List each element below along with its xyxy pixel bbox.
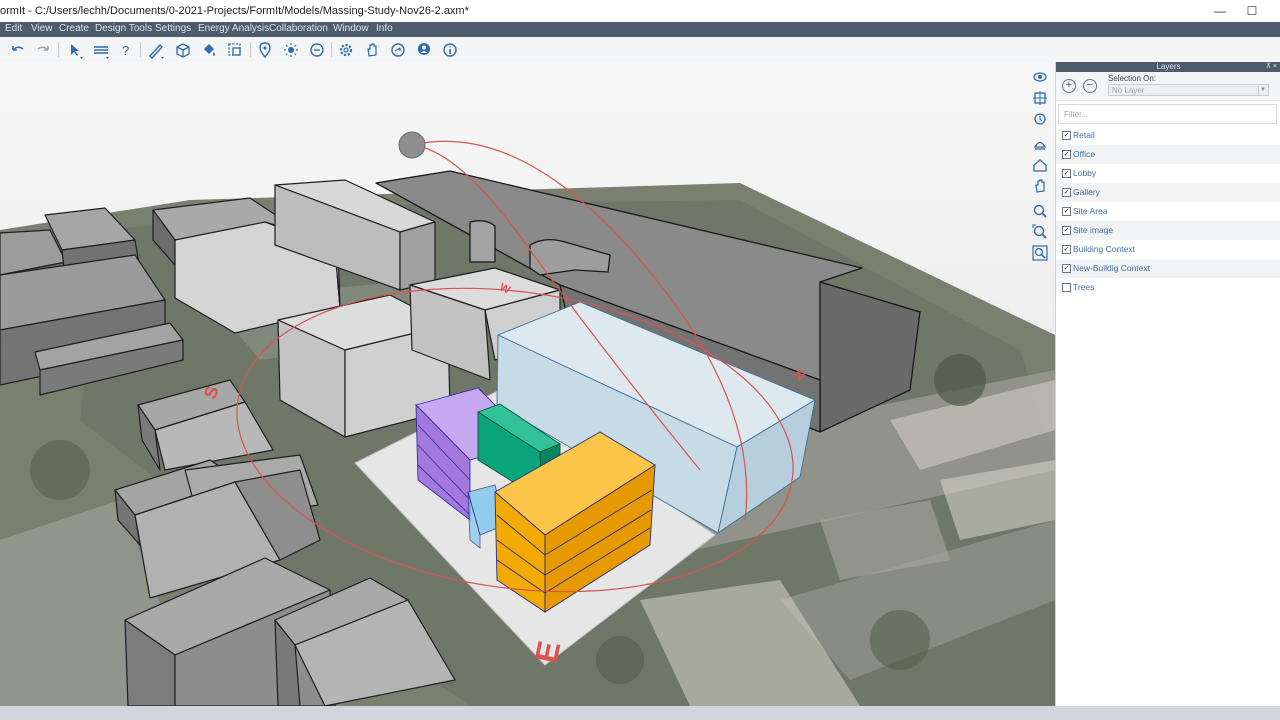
toolbar-separator	[140, 42, 141, 57]
menu-info[interactable]: Info	[376, 23, 393, 34]
layer-visibility-checkbox[interactable]	[1062, 283, 1071, 292]
layers-toolbar: + − Selection On: No Layer ▼	[1056, 72, 1280, 101]
title-bar: ormIt - C:/Users/lechh/Documents/0-2021-…	[0, 0, 1280, 22]
paint-icon[interactable]	[199, 40, 219, 60]
sketch-icon[interactable]	[146, 40, 166, 60]
hand-icon[interactable]	[362, 40, 382, 60]
layer-visibility-checkbox[interactable]: ✓	[1062, 150, 1071, 159]
layer-name: Site image	[1073, 225, 1114, 235]
layer-row-office[interactable]: ✓ Office	[1056, 145, 1280, 164]
undo-icon[interactable]	[8, 40, 28, 60]
menu-collaboration[interactable]: Collaboration	[269, 23, 328, 34]
settings-icon[interactable]	[336, 40, 356, 60]
layer-name: New-Buildig Context	[1073, 263, 1151, 273]
scene-canvas[interactable]: S W N E	[0, 62, 1055, 706]
redo-icon[interactable]	[33, 40, 53, 60]
remove-layer-button[interactable]: −	[1083, 79, 1097, 93]
layer-row-retail[interactable]: ✓ Retail	[1056, 126, 1280, 145]
toolbar-separator	[58, 42, 59, 57]
menu-settings[interactable]: Settings	[155, 23, 191, 34]
layers-panel-header: Layers ⊼ ×	[1056, 62, 1280, 72]
panel-pin-close-icon[interactable]: ⊼ ×	[1266, 62, 1277, 72]
layer-visibility-checkbox[interactable]: ✓	[1062, 169, 1071, 178]
3d-viewport[interactable]: S W N E	[0, 62, 1055, 706]
window-title: ormIt - C:/Users/lechh/Documents/0-2021-…	[0, 5, 469, 17]
layer-row-site-image[interactable]: ✓ Site image	[1056, 221, 1280, 240]
menu-create[interactable]: Create	[59, 23, 89, 34]
layer-name: Office	[1073, 149, 1096, 159]
layer-visibility-checkbox[interactable]: ✓	[1062, 245, 1071, 254]
layer-name: Retail	[1073, 130, 1095, 140]
layer-visibility-checkbox[interactable]: ✓	[1062, 188, 1071, 197]
layer-visibility-checkbox[interactable]: ✓	[1062, 207, 1071, 216]
sun-icon[interactable]	[281, 40, 301, 60]
toolbar-separator	[331, 42, 332, 57]
group-icon[interactable]	[225, 40, 245, 60]
views-icon[interactable]	[1031, 135, 1049, 153]
location-icon[interactable]	[255, 40, 275, 60]
zoom-selection-icon[interactable]	[1031, 244, 1049, 262]
layers-panel: Layers ⊼ × + − Selection On: No Layer ▼ …	[1055, 62, 1280, 706]
look-around-icon[interactable]	[1031, 110, 1049, 128]
layer-filter-input[interactable]: Filter...	[1058, 104, 1277, 124]
layer-name: Gallery	[1073, 187, 1100, 197]
visual-style-icon[interactable]	[307, 40, 327, 60]
layer-visibility-checkbox[interactable]: ✓	[1062, 131, 1071, 140]
selection-on-label: Selection On:	[1108, 74, 1157, 83]
layer-name: Lobby	[1073, 168, 1097, 178]
layer-row-trees[interactable]: Trees	[1056, 278, 1280, 297]
selection-layer-dropdown[interactable]: No Layer ▼	[1108, 84, 1269, 96]
account-icon[interactable]	[414, 40, 434, 60]
toolbar-separator	[250, 42, 251, 57]
toolbar: ?	[0, 37, 1280, 63]
menu-window[interactable]: Window	[333, 23, 369, 34]
shape-icon[interactable]	[173, 40, 193, 60]
share-icon[interactable]	[388, 40, 408, 60]
zoom-extents-icon[interactable]	[1031, 223, 1049, 241]
layer-name: Trees	[1073, 282, 1095, 292]
menu-edit[interactable]: Edit	[5, 23, 22, 34]
layer-visibility-checkbox[interactable]: ✓	[1062, 226, 1071, 235]
menu-design-tools[interactable]: Design Tools	[95, 23, 152, 34]
info-icon[interactable]	[440, 40, 460, 60]
zoom-icon[interactable]	[1031, 202, 1049, 220]
layer-name: Building Context	[1073, 244, 1135, 254]
chevron-down-icon: ▼	[1258, 86, 1267, 95]
pan-icon[interactable]	[1031, 89, 1049, 107]
layer-row-new-building-context[interactable]: ✓ New-Buildig Context	[1056, 259, 1280, 278]
select-icon[interactable]	[65, 40, 85, 60]
selection-layer-value: No Layer	[1112, 86, 1145, 95]
add-layer-button[interactable]: +	[1062, 79, 1076, 93]
orbit-icon[interactable]	[1031, 68, 1049, 86]
layer-row-building-context[interactable]: ✓ Building Context	[1056, 240, 1280, 259]
layer-visibility-checkbox[interactable]: ✓	[1062, 264, 1071, 273]
menu-bar: Edit View Create Design Tools Settings E…	[0, 22, 1280, 37]
layers-panel-title: Layers	[1156, 62, 1181, 71]
status-bar	[0, 706, 1280, 720]
svg-text:?: ?	[122, 43, 129, 58]
layer-name: Site Area	[1073, 206, 1108, 216]
layer-row-gallery[interactable]: ✓ Gallery	[1056, 183, 1280, 202]
sun-marker[interactable]	[398, 131, 426, 159]
minimize-button[interactable]: —	[1205, 2, 1235, 20]
menu-energy-analysis[interactable]: Energy Analysis	[198, 23, 269, 34]
layer-row-site-area[interactable]: ✓ Site Area	[1056, 202, 1280, 221]
layer-row-lobby[interactable]: ✓ Lobby	[1056, 164, 1280, 183]
level-icon[interactable]	[91, 40, 111, 60]
maximize-button[interactable]: ☐	[1237, 2, 1267, 20]
camera-icon[interactable]	[1031, 177, 1049, 195]
menu-view[interactable]: View	[31, 23, 53, 34]
home-view-icon[interactable]	[1031, 156, 1049, 174]
help-icon[interactable]: ?	[116, 40, 136, 60]
